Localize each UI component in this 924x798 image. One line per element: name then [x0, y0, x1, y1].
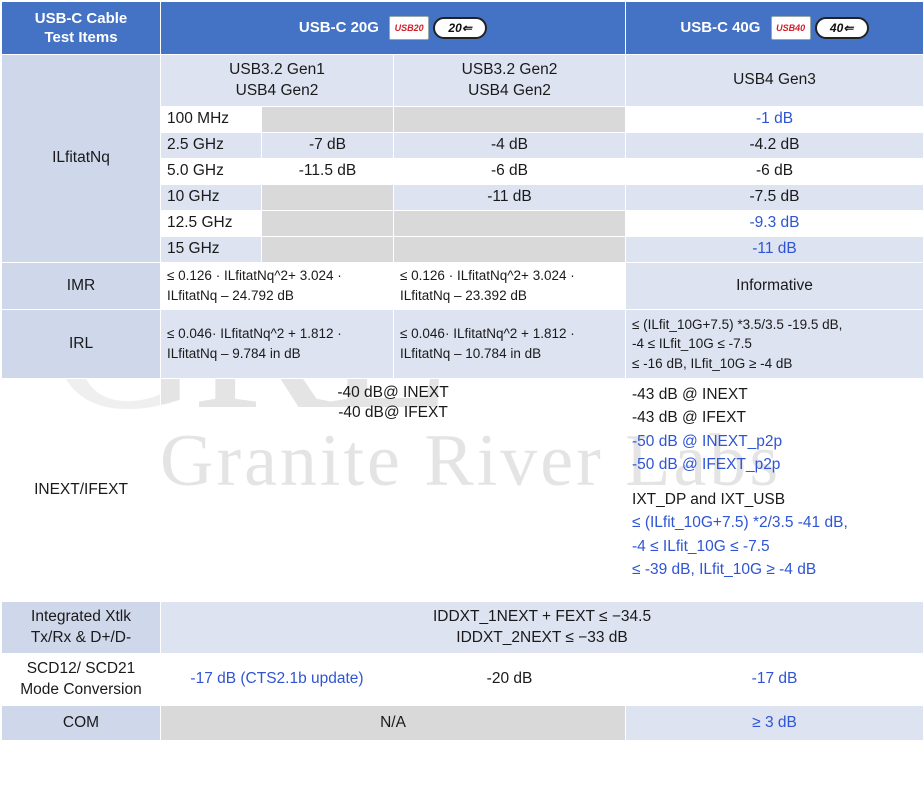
scd-gen2: -20 dB [392, 653, 627, 706]
inext-label: INEXT/IFEXT [1, 378, 161, 602]
ilfit-subheader-row: ILfitatNq USB3.2 Gen1 USB4 Gen2 USB3.2 G… [1, 54, 924, 263]
imr-gen3: Informative [625, 262, 924, 310]
gen2-cell: -4 dB [392, 132, 627, 159]
inext-row: INEXT/IFEXT -40 dB@ INEXT -40 dB@ IFEXT … [1, 378, 924, 602]
freq-cell: 10 GHz [160, 184, 262, 211]
gen3-cell: -11 dB [625, 236, 924, 263]
sub-gen2: USB3.2 Gen2 USB4 Gen2 [392, 54, 627, 107]
gen1-cell: -11.5 dB [261, 158, 394, 185]
freq-cell: 12.5 GHz [160, 210, 262, 237]
com-20g: N/A [159, 705, 627, 741]
usb40-logos: USB40 40⇐ [770, 16, 869, 40]
gen3-cell: -4.2 dB [625, 132, 924, 159]
gen1-cell [261, 184, 394, 211]
gen3-cell: -7.5 dB [625, 184, 924, 211]
gen1-cell [261, 210, 394, 237]
com-40g: ≥ 3 dB [625, 705, 924, 741]
xtlk-value: IDDXT_1NEXT + FEXT ≤ −34.5 IDDXT_2NEXT ≤… [159, 601, 924, 654]
gen2-cell [392, 106, 627, 133]
gen2-cell [392, 210, 627, 237]
usb20-logos: USB20 20⇐ [389, 16, 488, 40]
header-usb-c-20g: USB-C 20G USB20 20⇐ [159, 1, 627, 55]
gen1-cell [261, 236, 394, 263]
freq-cell: 15 GHz [160, 236, 262, 263]
gen3-cell: -9.3 dB [625, 210, 924, 237]
com-row: COM N/A ≥ 3 dB [1, 705, 924, 741]
usb-c-40-speed-logo: 40⇐ [814, 17, 869, 39]
xtlk-row: Integrated Xtlk Tx/Rx & D+/D- IDDXT_1NEX… [1, 601, 924, 654]
sub-gen1: USB3.2 Gen1 USB4 Gen2 [160, 54, 394, 107]
gen3-cell: -1 dB [625, 106, 924, 133]
usb-c-20-speed-logo: 20⇐ [433, 17, 488, 39]
irl-row: IRL ≤ 0.046· ILfitatNq^2 + 1.812 · ILfit… [1, 309, 924, 379]
scd-row: SCD12/ SCD21 Mode Conversion -17 dB (CTS… [1, 653, 924, 706]
scd-gen3: -17 dB [625, 653, 924, 706]
inext-20g: -40 dB@ INEXT -40 dB@ IFEXT [159, 378, 627, 602]
imr-gen2: ≤ 0.126 · ILfitatNq^2+ 3.024 · ILfitatNq… [392, 262, 627, 310]
header-row: USB-C Cable Test Items USB-C 20G USB20 2… [1, 1, 924, 55]
gen2-cell [392, 236, 627, 263]
freq-cell: 5.0 GHz [160, 158, 262, 185]
irl-gen3: ≤ (ILfit_10G+7.5) *3.5/3.5 -19.5 dB, -4 … [625, 309, 924, 379]
com-label: COM [1, 705, 161, 741]
gen1-cell: -7 dB [261, 132, 394, 159]
imr-label: IMR [1, 262, 161, 310]
imr-row: IMR ≤ 0.126 · ILfitatNq^2+ 3.024 · ILfit… [1, 262, 924, 310]
scd-gen1: -17 dB (CTS2.1b update) [160, 653, 394, 706]
xtlk-label: Integrated Xtlk Tx/Rx & D+/D- [1, 601, 161, 654]
gen2-cell: -11 dB [392, 184, 627, 211]
irl-gen1: ≤ 0.046· ILfitatNq^2 + 1.812 · ILfitatNq… [160, 309, 394, 379]
freq-cell: 100 MHz [160, 106, 262, 133]
irl-gen2: ≤ 0.046· ILfitatNq^2 + 1.812 · ILfitatNq… [392, 309, 627, 379]
usb20-certified-logo: USB20 [389, 16, 430, 40]
gen1-cell [261, 106, 394, 133]
gen3-cell: -6 dB [625, 158, 924, 185]
header-test-items: USB-C Cable Test Items [1, 1, 161, 55]
freq-cell: 2.5 GHz [160, 132, 262, 159]
inext-40g: -43 dB @ INEXT -43 dB @ IFEXT -50 dB @ I… [625, 378, 924, 602]
usb-c-cable-test-table: USB-C Cable Test Items USB-C 20G USB20 2… [1, 1, 924, 741]
gen2-cell: -6 dB [392, 158, 627, 185]
imr-gen1: ≤ 0.126 · ILfitatNq^2+ 3.024 · ILfitatNq… [160, 262, 394, 310]
scd-label: SCD12/ SCD21 Mode Conversion [1, 653, 161, 706]
ilfit-label: ILfitatNq [1, 54, 161, 263]
sub-gen3: USB4 Gen3 [625, 54, 924, 107]
header-usb-c-40g: USB-C 40G USB40 40⇐ [625, 1, 924, 55]
usb40-certified-logo: USB40 [770, 16, 811, 40]
irl-label: IRL [1, 309, 161, 379]
